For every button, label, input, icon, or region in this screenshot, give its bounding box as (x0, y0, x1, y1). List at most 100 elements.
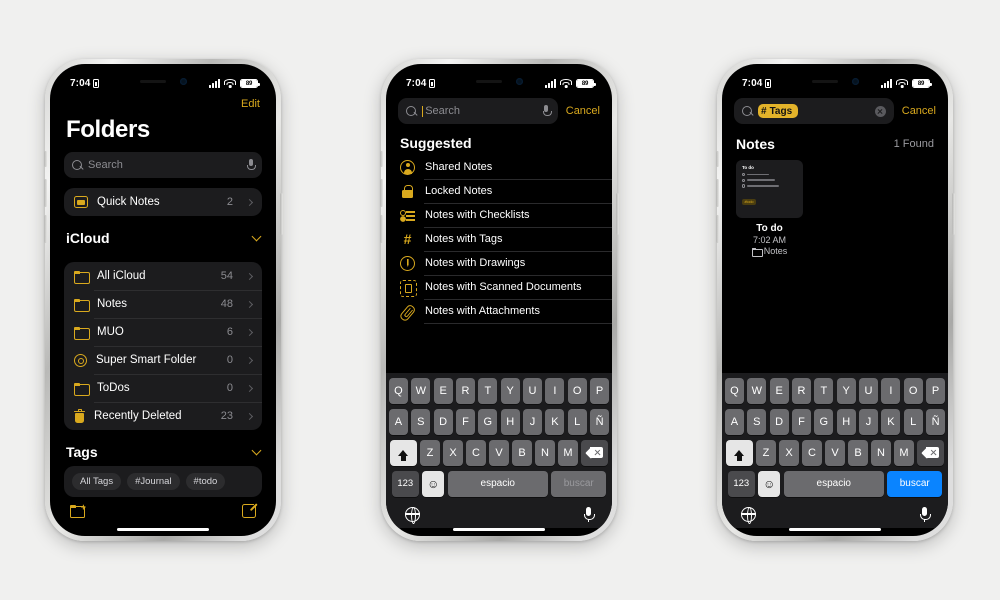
suggested-item-notes-with-drawings[interactable]: Notes with Drawings (386, 251, 612, 275)
key-x[interactable]: X (779, 439, 799, 466)
key-v[interactable]: V (825, 439, 845, 466)
suggested-item-notes-with-tags[interactable]: # Notes with Tags (386, 227, 612, 251)
search-input[interactable]: Search (64, 152, 262, 178)
volume-up-button[interactable] (379, 179, 383, 207)
key-t[interactable]: T (814, 377, 834, 404)
key-g[interactable]: G (478, 408, 498, 435)
key-g[interactable]: G (814, 408, 834, 435)
power-button[interactable] (279, 193, 283, 235)
new-folder-icon[interactable]: + (70, 503, 86, 519)
key-d[interactable]: D (769, 408, 789, 435)
shift-up-icon[interactable] (725, 439, 753, 466)
volume-down-button[interactable] (379, 215, 383, 243)
backspace-delete-icon[interactable] (917, 439, 945, 466)
globe-language-icon[interactable] (740, 506, 756, 524)
volume-up-button[interactable] (43, 179, 47, 207)
key-y[interactable]: Y (836, 377, 856, 404)
key-u[interactable]: U (859, 377, 878, 404)
list-item-todos[interactable]: ToDos 0 (64, 374, 262, 402)
mute-button[interactable] (43, 151, 47, 167)
return-search-key[interactable]: buscar (551, 470, 607, 497)
key-p[interactable]: P (926, 377, 945, 404)
list-item-recently-deleted[interactable]: Recently Deleted 23 (64, 402, 262, 430)
key-n[interactable]: N (535, 439, 555, 466)
key-c[interactable]: C (466, 439, 486, 466)
search-input[interactable]: Search (398, 98, 558, 124)
key-m[interactable]: M (558, 439, 578, 466)
suggested-item-notes-with-attachments[interactable]: Notes with Attachments (386, 299, 612, 323)
key-i[interactable]: I (881, 377, 901, 404)
key-z[interactable]: Z (420, 439, 440, 466)
clear-circle-icon[interactable] (874, 105, 886, 117)
key-n[interactable]: N (871, 439, 891, 466)
key-s[interactable]: S (411, 408, 431, 435)
key-f[interactable]: F (456, 408, 475, 435)
key-b[interactable]: B (848, 439, 868, 466)
tag-chip-todo[interactable]: #todo (185, 473, 226, 490)
key-k[interactable]: K (881, 408, 901, 435)
list-item-quick-notes[interactable]: Quick Notes 2 (64, 188, 262, 216)
key-s[interactable]: S (747, 408, 767, 435)
home-indicator[interactable] (453, 527, 545, 531)
key-w[interactable]: W (747, 377, 767, 404)
shift-up-icon[interactable] (389, 439, 417, 466)
microphone-icon[interactable] (542, 105, 552, 117)
key-v[interactable]: V (489, 439, 509, 466)
key-u[interactable]: U (523, 377, 542, 404)
key-d[interactable]: D (433, 408, 453, 435)
key-q[interactable]: Q (389, 377, 408, 404)
cancel-button[interactable]: Cancel (902, 105, 936, 117)
key-h[interactable]: H (836, 408, 856, 435)
key-w[interactable]: W (411, 377, 431, 404)
key-l[interactable]: L (567, 408, 587, 435)
home-indicator[interactable] (117, 527, 209, 531)
key-e[interactable]: E (769, 377, 789, 404)
space-key[interactable]: espacio (447, 470, 548, 497)
power-button[interactable] (615, 193, 619, 235)
key-a[interactable]: A (389, 408, 408, 435)
key-j[interactable]: J (523, 408, 542, 435)
section-header-tags[interactable]: Tags (50, 430, 276, 466)
key-h[interactable]: H (500, 408, 520, 435)
list-item-muo[interactable]: MUO 6 (64, 318, 262, 346)
volume-down-button[interactable] (715, 215, 719, 243)
key-o[interactable]: O (567, 377, 587, 404)
numbers-key[interactable]: 123 (727, 470, 755, 497)
key-o[interactable]: O (903, 377, 923, 404)
key-a[interactable]: A (725, 408, 744, 435)
tag-chip-all-tags[interactable]: All Tags (72, 473, 122, 490)
key-y[interactable]: Y (500, 377, 520, 404)
key-enye[interactable]: Ñ (926, 408, 945, 435)
return-search-key[interactable]: buscar (887, 470, 943, 497)
microphone-icon[interactable] (247, 159, 256, 171)
key-j[interactable]: J (859, 408, 878, 435)
edit-button[interactable]: Edit (241, 98, 260, 110)
chevron-down-icon[interactable] (251, 231, 262, 242)
mute-button[interactable] (715, 151, 719, 167)
space-key[interactable]: espacio (783, 470, 884, 497)
search-input[interactable]: # Tags (734, 98, 894, 124)
key-l[interactable]: L (903, 408, 923, 435)
key-p[interactable]: P (590, 377, 609, 404)
numbers-key[interactable]: 123 (391, 470, 419, 497)
backspace-delete-icon[interactable] (581, 439, 609, 466)
key-i[interactable]: I (545, 377, 565, 404)
search-token-tags[interactable]: # Tags (758, 104, 799, 118)
key-c[interactable]: C (802, 439, 822, 466)
key-t[interactable]: T (478, 377, 498, 404)
volume-up-button[interactable] (715, 179, 719, 207)
compose-note-icon[interactable] (242, 501, 258, 518)
note-card-to-do[interactable]: To do #todo To do 7:02 AM Notes (736, 160, 803, 257)
key-m[interactable]: M (894, 439, 914, 466)
chevron-down-icon[interactable] (251, 445, 262, 456)
emoji-smiley-icon[interactable]: ☺ (422, 470, 445, 497)
key-b[interactable]: B (512, 439, 532, 466)
key-r[interactable]: R (456, 377, 475, 404)
key-q[interactable]: Q (725, 377, 744, 404)
key-e[interactable]: E (433, 377, 453, 404)
emoji-smiley-icon[interactable]: ☺ (758, 470, 781, 497)
key-k[interactable]: K (545, 408, 565, 435)
key-enye[interactable]: Ñ (590, 408, 609, 435)
cancel-button[interactable]: Cancel (566, 105, 600, 117)
microphone-icon[interactable] (584, 507, 595, 523)
